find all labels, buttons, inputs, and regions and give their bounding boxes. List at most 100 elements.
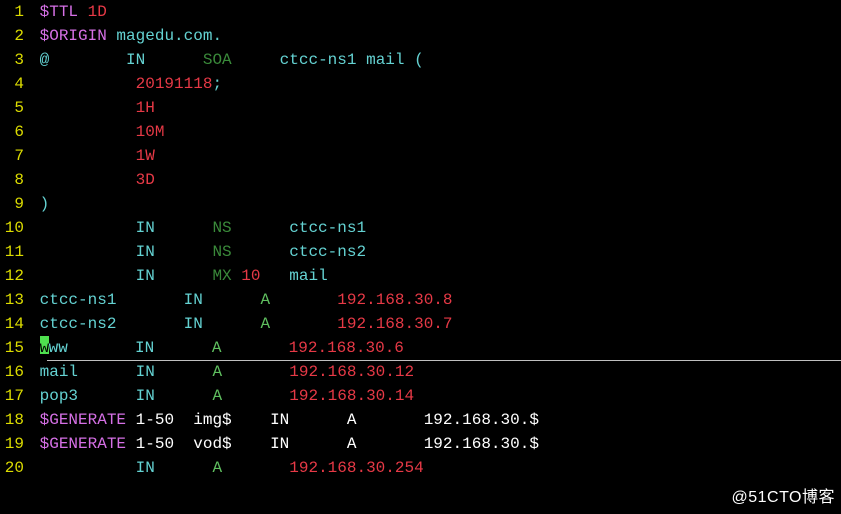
line-number: 13: [0, 288, 24, 312]
line-number: 1: [0, 0, 24, 24]
soa-minimum: 3D: [136, 171, 155, 189]
record-type-a: A: [212, 459, 222, 477]
record-class: IN: [270, 435, 289, 453]
directive-origin: $ORIGIN: [40, 27, 107, 45]
line-number: 5: [0, 96, 24, 120]
record-type-soa: SOA: [203, 51, 232, 69]
record-type-ns: NS: [212, 219, 231, 237]
zone-line-3: 3 @ IN SOA ctcc-ns1 mail (: [0, 48, 841, 72]
zone-line-14: 14 ctcc-ns2 IN A 192.168.30.7: [0, 312, 841, 336]
ip-address: 192.168.30.14: [289, 387, 414, 405]
record-type-ns: NS: [212, 243, 231, 261]
record-owner: ctcc-ns1: [40, 291, 117, 309]
record-owner: mail: [40, 363, 78, 381]
zone-line-2: 2 $ORIGIN magedu.com.: [0, 24, 841, 48]
ns-target: ctcc-ns2: [289, 243, 366, 261]
zone-line-7: 7 1W: [0, 144, 841, 168]
line-number: 18: [0, 408, 24, 432]
record-class: IN: [184, 291, 203, 309]
close-paren: ): [40, 195, 50, 213]
terminal-window[interactable]: 1 $TTL 1D 2 $ORIGIN magedu.com. 3 @ IN S…: [0, 0, 841, 514]
record-class: IN: [135, 339, 154, 357]
zone-line-16: 16 mail IN A 192.168.30.12: [0, 360, 841, 384]
zone-line-19: 19 $GENERATE 1-50 vod$ IN A 192.168.30.$: [0, 432, 841, 456]
ip-address: 192.168.30.12: [289, 363, 414, 381]
line-number: 20: [0, 456, 24, 480]
cursor-icon: w: [40, 336, 49, 354]
zone-line-8: 8 3D: [0, 168, 841, 192]
line-number: 8: [0, 168, 24, 192]
ip-address: 192.168.30.8: [337, 291, 452, 309]
record-type-a: A: [347, 411, 357, 429]
zone-line-6: 6 10M: [0, 120, 841, 144]
zone-line-12: 12 IN MX 10 mail: [0, 264, 841, 288]
record-class: IN: [270, 411, 289, 429]
line-number: 4: [0, 72, 24, 96]
soa-serial: 20191118: [136, 75, 213, 93]
zone-line-1: 1 $TTL 1D: [0, 0, 841, 24]
record-owner: pop3: [40, 387, 78, 405]
soa-retry: 10M: [136, 123, 165, 141]
record-owner: ww: [49, 339, 68, 357]
record-type-a: A: [212, 339, 222, 357]
record-type-a: A: [260, 315, 270, 333]
generate-range: 1-50: [126, 411, 174, 429]
zone-line-11: 11 IN NS ctcc-ns2: [0, 240, 841, 264]
soa-rdata: ctcc-ns1 mail (: [280, 51, 424, 69]
line-number: 17: [0, 384, 24, 408]
record-class: IN: [126, 51, 145, 69]
record-class: IN: [136, 387, 155, 405]
soa-expire: 1W: [136, 147, 155, 165]
zone-line-15: 15 www IN A 192.168.30.6: [0, 336, 841, 360]
directive-generate: $GENERATE: [40, 435, 126, 453]
zone-line-4: 4 20191118;: [0, 72, 841, 96]
mx-priority: 10: [241, 267, 260, 285]
ip-address: 192.168.30.7: [337, 315, 452, 333]
record-type-a: A: [212, 363, 222, 381]
generate-range: 1-50: [126, 435, 174, 453]
zone-line-20: 20 IN A 192.168.30.254: [0, 456, 841, 480]
zone-line-9: 9 ): [0, 192, 841, 216]
watermark-label: @51CTO博客: [731, 486, 835, 510]
line-number: 16: [0, 360, 24, 384]
ns-target: ctcc-ns1: [289, 219, 366, 237]
line-number: 3: [0, 48, 24, 72]
record-type-a: A: [347, 435, 357, 453]
generate-lhs: img$: [193, 411, 231, 429]
line-number: 10: [0, 216, 24, 240]
line-number: 7: [0, 144, 24, 168]
comment-semicolon: ;: [212, 75, 222, 93]
record-class: IN: [136, 243, 155, 261]
line-number: 9: [0, 192, 24, 216]
line-number: 12: [0, 264, 24, 288]
zone-line-17: 17 pop3 IN A 192.168.30.14: [0, 384, 841, 408]
ip-address: 192.168.30.254: [289, 459, 423, 477]
record-class: IN: [136, 267, 155, 285]
record-class: IN: [136, 219, 155, 237]
ttl-value: 1D: [78, 3, 107, 21]
record-type-mx: MX: [212, 267, 241, 285]
line-number: 2: [0, 24, 24, 48]
record-type-a: A: [212, 387, 222, 405]
directive-ttl: $TTL: [40, 3, 78, 21]
generate-lhs: vod$: [193, 435, 231, 453]
record-class: IN: [184, 315, 203, 333]
line-number: 6: [0, 120, 24, 144]
generate-rhs: 192.168.30.$: [424, 435, 539, 453]
line-number: 15: [0, 336, 24, 360]
record-type-a: A: [260, 291, 270, 309]
record-owner: @: [40, 51, 50, 69]
soa-refresh: 1H: [136, 99, 155, 117]
mx-target: mail: [289, 267, 327, 285]
line-number: 19: [0, 432, 24, 456]
line-number: 14: [0, 312, 24, 336]
record-owner: ctcc-ns2: [40, 315, 117, 333]
zone-line-18: 18 $GENERATE 1-50 img$ IN A 192.168.30.$: [0, 408, 841, 432]
zone-line-10: 10 IN NS ctcc-ns1: [0, 216, 841, 240]
generate-rhs: 192.168.30.$: [424, 411, 539, 429]
record-class: IN: [136, 459, 155, 477]
zone-line-13: 13 ctcc-ns1 IN A 192.168.30.8: [0, 288, 841, 312]
directive-generate: $GENERATE: [40, 411, 126, 429]
origin-value: magedu.com.: [107, 27, 222, 45]
zone-line-5: 5 1H: [0, 96, 841, 120]
